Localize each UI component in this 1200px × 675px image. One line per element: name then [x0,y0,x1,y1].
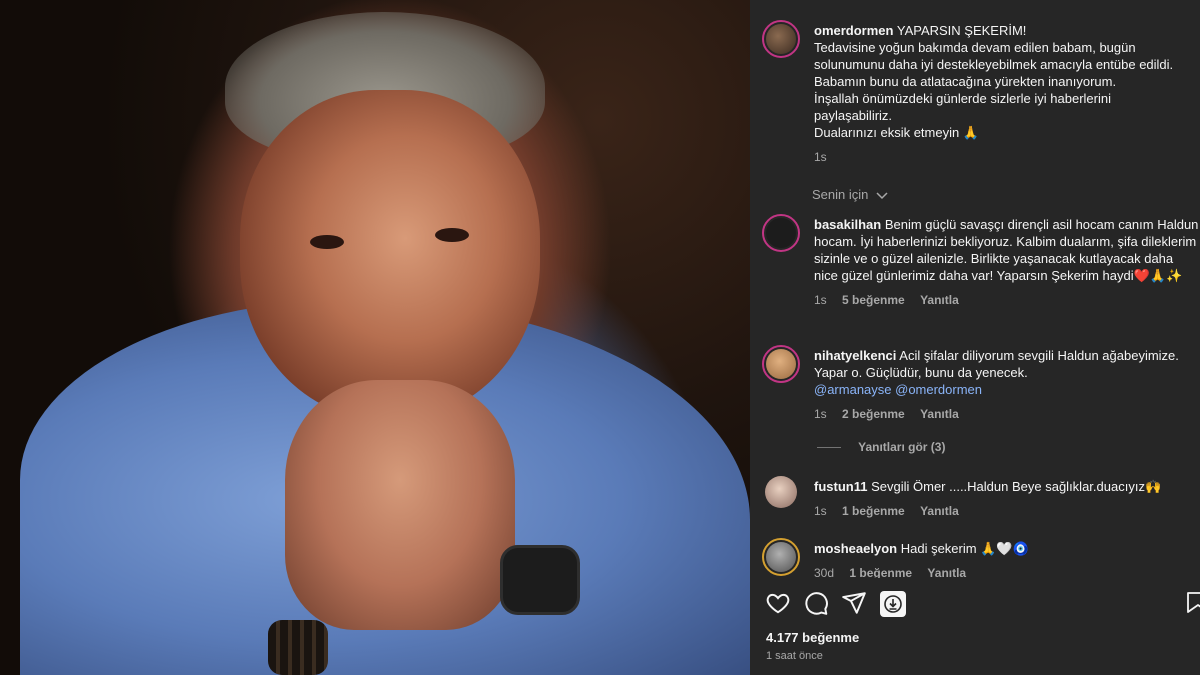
comment-username[interactable]: basakilhan [814,217,881,232]
comment-time: 30d [814,566,835,578]
reply-button[interactable]: Yanıtla [920,293,959,307]
chevron-down-icon [872,187,888,202]
reply-button[interactable]: Yanıtla [927,566,966,578]
avatar[interactable] [762,538,800,576]
comment-likes[interactable]: 1 beğenme [849,566,912,578]
reply-button[interactable]: Yanıtla [920,407,959,421]
view-replies-label: Yanıtları gör (3) [858,440,946,454]
comment-meta: 1s 2 beğenme Yanıtla [814,406,1199,423]
caption-time: 1s [814,150,827,164]
save-post-icon[interactable] [879,590,906,617]
photo-watch-shape [500,545,580,615]
comment-meta: 30d 1 beğenme Yanıtla [814,565,1199,578]
caption-line: Dualarınızı eksik etmeyin 🙏 [814,125,980,140]
avatar[interactable] [762,345,800,383]
avatar[interactable] [765,476,797,508]
caption-meta: 1s [814,149,1199,166]
bookmark-icon[interactable] [1186,590,1200,616]
photo-bracelet-shape [268,620,328,675]
post-action-bar: 4.177 beğenme 1 saat önce [750,578,1200,675]
photo-eye-shape [435,228,469,242]
photo-eye-shape [310,235,344,249]
photo-face-shape [240,90,540,420]
caption-username[interactable]: omerdormen [814,23,893,38]
comment-meta: 1s 1 beğenme Yanıtla [814,503,1199,520]
comments-panel: omerdormen YAPARSIN ŞEKERİM! Tedavisine … [750,0,1200,675]
post-photo[interactable] [0,0,750,675]
caption-title: YAPARSIN ŞEKERİM! [896,23,1027,38]
posted-time: 1 saat önce [766,650,823,662]
caption-body: omerdormen YAPARSIN ŞEKERİM! Tedavisine … [814,22,1199,166]
comments-scroll-area[interactable]: omerdormen YAPARSIN ŞEKERİM! Tedavisine … [750,0,1200,578]
avatar[interactable] [762,214,800,252]
comment-body: nihatyelkenci Acil şifalar diliyorum sev… [814,347,1199,423]
share-icon[interactable] [841,590,867,616]
caption-line: Tedavisine yoğun bakımda devam edilen ba… [814,40,1136,55]
comment-likes[interactable]: 1 beğenme [842,504,905,518]
for-you-dropdown[interactable]: Senin için [812,187,888,202]
photo-hands-shape [285,380,515,630]
comment-text: Sevgili Ömer .....Haldun Beye sağlıklar.… [871,479,1162,494]
for-you-label: Senin için [812,187,869,202]
comment-username[interactable]: fustun11 [814,479,867,494]
reply-button[interactable]: Yanıtla [920,504,959,518]
like-count[interactable]: 4.177 beğenme [766,630,859,645]
avatar[interactable] [762,20,800,58]
comment-icon[interactable] [803,590,829,616]
replies-divider [817,447,841,449]
caption-line: solunumunu daha iyi destekleyebilmek ama… [814,57,1174,72]
comment-text: Hadi şekerim 🙏🤍🧿 [900,541,1029,556]
caption-line: paylaşabiliriz. [814,108,893,123]
comment-body: mosheaelyon Hadi şekerim 🙏🤍🧿 30d 1 beğen… [814,540,1199,578]
comment-meta: 1s 5 beğenme Yanıtla [814,292,1199,309]
caption-line: Babamın bunu da atlatacağına yürekten in… [814,74,1117,89]
comment-time: 1s [814,504,827,518]
comment-username[interactable]: mosheaelyon [814,541,897,556]
heart-icon[interactable] [765,590,791,616]
comment-username[interactable]: nihatyelkenci [814,348,896,363]
comment-likes[interactable]: 5 beğenme [842,293,905,307]
comment-mentions[interactable]: @armanayse @omerdormen [814,382,982,397]
comment-likes[interactable]: 2 beğenme [842,407,905,421]
view-replies-button[interactable]: Yanıtları gör (3) [817,440,945,454]
comment-body: basakilhan Benim güçlü savaşçı dirençli … [814,216,1199,309]
comment-time: 1s [814,293,827,307]
caption-line: İnşallah önümüzdeki günlerde sizlerle iy… [814,91,1111,106]
comment-body: fustun11 Sevgili Ömer .....Haldun Beye s… [814,478,1199,520]
comment-time: 1s [814,407,827,421]
